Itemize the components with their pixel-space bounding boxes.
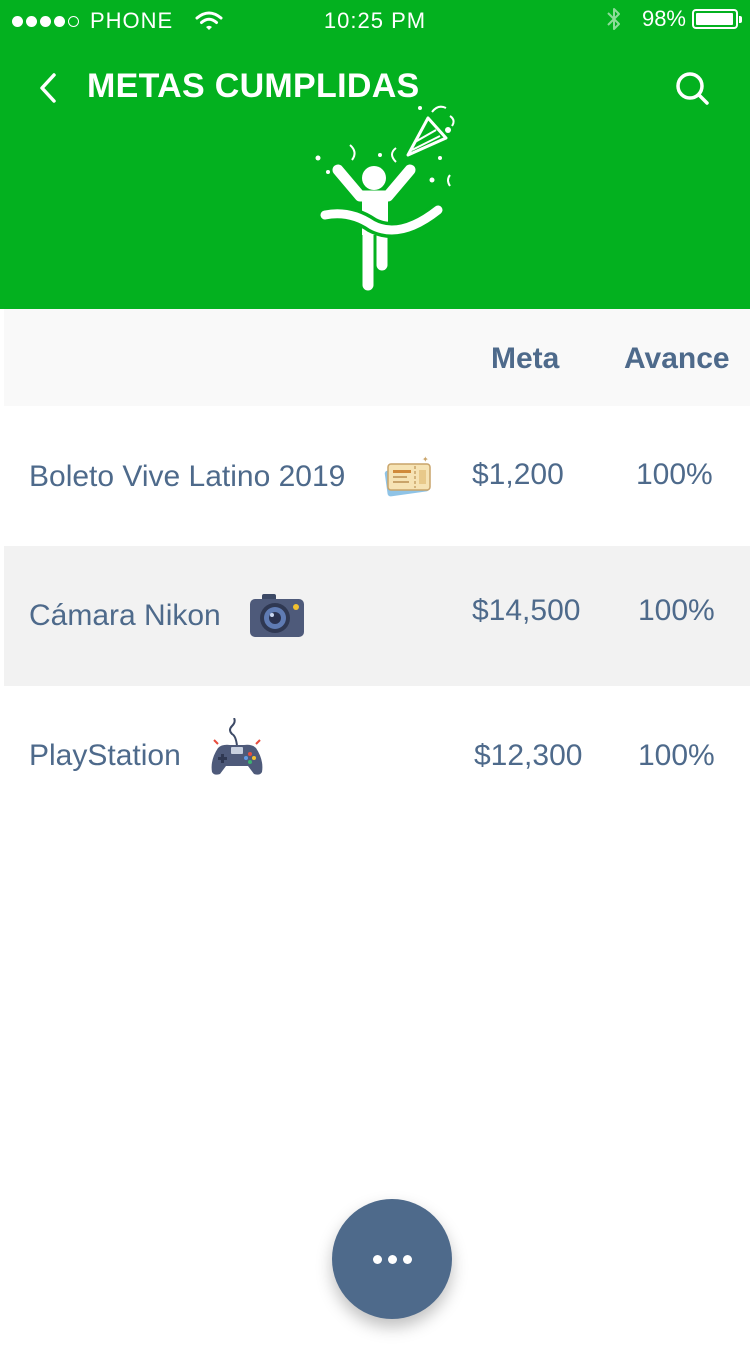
battery-percentage: 98%: [641, 6, 686, 31]
goal-amount: $14,500: [472, 594, 581, 627]
more-horizontal-icon: [372, 1254, 382, 1264]
table-row[interactable]: Boleto Vive Latino 2019 ✦ $1,200 100%: [4, 406, 750, 546]
table-row[interactable]: PlayStation $12,300 100%: [4, 686, 750, 826]
search-icon[interactable]: [672, 68, 712, 108]
goal-name: Cámara Nikon: [29, 599, 221, 632]
header: PHONE 10:25 PM 98% METAS CUMPLIDAS: [0, 0, 750, 309]
table-header: Meta Avance: [4, 309, 750, 406]
goal-amount: $1,200: [472, 458, 564, 491]
table-row[interactable]: Cámara Nikon $14,500 100%: [4, 546, 750, 686]
goal-progress: 100%: [636, 458, 713, 491]
goal-progress: 100%: [638, 739, 715, 772]
chevron-left-icon[interactable]: [34, 70, 62, 106]
goal-amount: $12,300: [474, 739, 583, 772]
goal-name: PlayStation: [29, 739, 181, 772]
ticket-icon: ✦: [384, 455, 431, 497]
goal-progress: 100%: [638, 594, 715, 627]
column-header-meta: Meta: [491, 342, 560, 375]
camera-icon: [250, 594, 304, 637]
gamepad-icon: [211, 718, 263, 775]
svg-text:✦: ✦: [422, 455, 429, 464]
battery-icon: [692, 9, 742, 29]
finish-line-celebration-icon: [315, 105, 455, 291]
status-bar: PHONE 10:25 PM 98%: [0, 0, 750, 40]
goal-name: Boleto Vive Latino 2019: [29, 460, 346, 493]
column-header-avance: Avance: [624, 342, 730, 375]
more-options-button[interactable]: [332, 1199, 452, 1319]
bluetooth-icon: [607, 8, 620, 30]
